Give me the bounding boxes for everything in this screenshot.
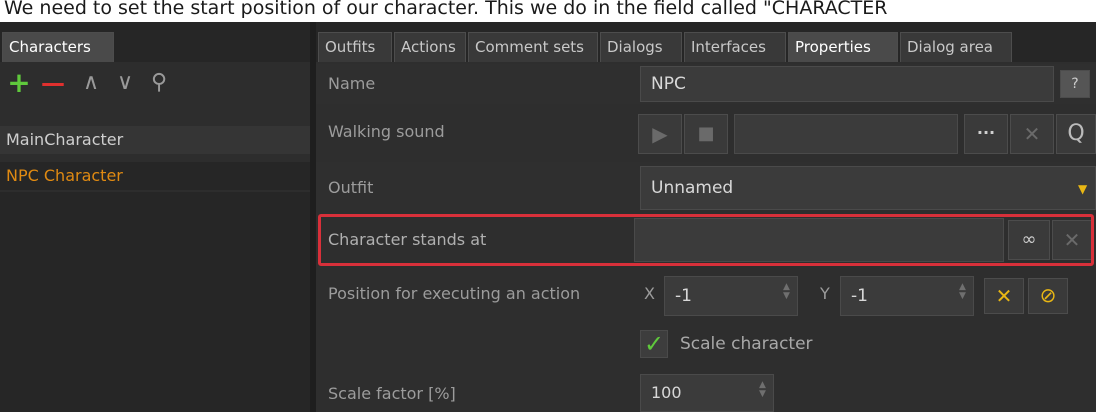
tab-dialogs[interactable]: Dialogs <box>600 32 682 62</box>
play-icon[interactable]: ▶ <box>638 114 682 154</box>
tab-dialog-area[interactable]: Dialog area <box>900 32 1012 62</box>
outfit-dropdown[interactable]: Unnamed <box>640 166 1096 210</box>
move-up-icon[interactable]: ∧ <box>76 66 106 100</box>
tutorial-caption: We need to set the start position of our… <box>0 0 1096 22</box>
add-icon[interactable]: + <box>4 66 34 100</box>
y-label: Y <box>820 284 830 303</box>
scale-factor-field[interactable]: 100 ▲ ▼ <box>640 374 774 412</box>
tab-actions[interactable]: Actions <box>394 32 466 62</box>
scale-factor-value: 100 <box>651 383 682 402</box>
position-label: Position for executing an action <box>328 284 581 303</box>
clear-icon[interactable]: ✕ <box>1010 114 1054 154</box>
list-item[interactable]: MainCharacter <box>0 126 310 154</box>
right-tab-bar: Outfits Actions Comment sets Dialogs Int… <box>316 22 1096 62</box>
x-value: -1 <box>675 286 692 306</box>
move-down-icon[interactable]: ∨ <box>110 66 140 100</box>
list-item[interactable]: NPC Character <box>0 162 310 190</box>
scale-checkbox-label: Scale character <box>680 334 813 354</box>
more-icon[interactable]: ··· <box>964 114 1008 154</box>
tab-properties[interactable]: Properties <box>788 32 898 62</box>
scale-checkbox[interactable]: ✓ <box>640 330 668 358</box>
outfit-label: Outfit <box>328 178 374 197</box>
properties-panel: Outfits Actions Comment sets Dialogs Int… <box>316 22 1096 412</box>
pick-position-icon[interactable]: ⊘ <box>1028 278 1068 314</box>
highlight-box <box>318 214 1094 266</box>
remove-icon[interactable]: — <box>38 66 68 100</box>
tab-outfits[interactable]: Outfits <box>318 32 392 62</box>
left-tab-bar: Characters <box>0 22 310 62</box>
y-field[interactable]: -1 ▲ ▼ <box>840 276 974 316</box>
character-list-background <box>0 192 310 412</box>
y-value: -1 <box>851 286 868 306</box>
search-icon[interactable]: ⚲ <box>144 66 174 100</box>
walking-sound-label: Walking sound <box>328 122 445 141</box>
spinner-icon[interactable]: ▲ ▼ <box>783 283 793 301</box>
tab-interfaces[interactable]: Interfaces <box>684 32 786 62</box>
spinner-icon[interactable]: ▲ ▼ <box>759 381 769 399</box>
tab-characters[interactable]: Characters <box>2 32 114 62</box>
stop-icon[interactable]: ■ <box>684 114 728 154</box>
search-sound-icon[interactable]: Q <box>1056 114 1096 154</box>
help-icon[interactable]: ? <box>1060 70 1090 98</box>
chevron-down-icon[interactable]: ▼ <box>1078 182 1087 196</box>
x-label: X <box>644 284 655 303</box>
walking-sound-field[interactable] <box>734 114 958 154</box>
spinner-icon[interactable]: ▲ ▼ <box>959 283 969 301</box>
reset-icon[interactable]: ✕ <box>984 278 1024 314</box>
name-field[interactable]: NPC <box>640 66 1054 102</box>
x-field[interactable]: -1 ▲ ▼ <box>664 276 798 316</box>
characters-panel: Characters + — ∧ ∨ ⚲ MainCharacter NPC C… <box>0 22 310 412</box>
scale-factor-label: Scale factor [%] <box>328 384 456 403</box>
characters-toolbar: + — ∧ ∨ ⚲ <box>0 62 310 106</box>
tab-comment-sets[interactable]: Comment sets <box>468 32 598 62</box>
name-label: Name <box>328 74 376 93</box>
